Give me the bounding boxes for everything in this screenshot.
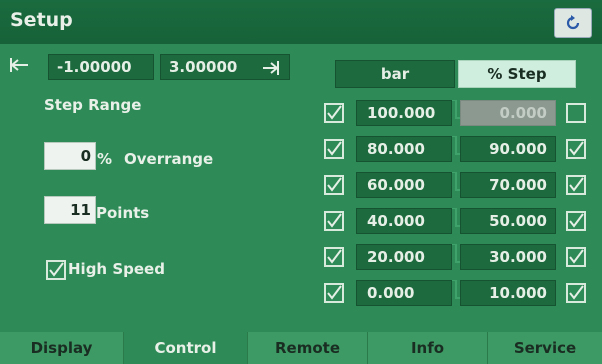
tab-remote-label: Remote: [274, 339, 340, 357]
tab-control-label: Control: [154, 339, 217, 357]
overrange-value: 0: [80, 147, 91, 165]
step-enable-checkbox[interactable]: [324, 175, 344, 195]
range-low-value: -1.00000: [57, 58, 132, 76]
step-low-field[interactable]: 100.000: [356, 100, 452, 126]
step-low-value: 0.000: [367, 284, 415, 302]
step-connector: [452, 279, 460, 306]
step-low-field[interactable]: 80.000: [356, 136, 452, 162]
arrow-left-bar-icon[interactable]: [8, 56, 30, 74]
step-right-checkbox[interactable]: [566, 103, 586, 123]
points-label: Points: [96, 204, 150, 222]
unit-button-percent-step-label: % Step: [487, 65, 547, 83]
step-enable-checkbox[interactable]: [324, 247, 344, 267]
unit-button-bar[interactable]: bar: [335, 60, 455, 88]
step-right-checkbox[interactable]: [566, 139, 586, 159]
step-high-value: 70.000: [489, 176, 547, 194]
tab-bar: Display Control Remote Info Service: [0, 332, 602, 364]
checkmark-icon: [569, 213, 584, 228]
refresh-icon: [566, 15, 580, 30]
refresh-button[interactable]: [554, 8, 592, 38]
tab-info[interactable]: Info: [368, 332, 488, 364]
checkmark-icon: [327, 141, 342, 156]
step-high-value: 0.000: [499, 104, 547, 122]
checkmark-icon: [327, 213, 342, 228]
step-enable-checkbox[interactable]: [324, 103, 344, 123]
step-enable-checkbox[interactable]: [324, 139, 344, 159]
checkmark-icon: [569, 249, 584, 264]
checkmark-icon: [569, 177, 584, 192]
step-high-field[interactable]: 50.000: [460, 208, 556, 234]
unit-button-bar-label: bar: [380, 65, 410, 83]
range-high-field[interactable]: 3.00000: [160, 54, 290, 80]
step-low-field[interactable]: 40.000: [356, 208, 452, 234]
step-range-label: Step Range: [44, 96, 142, 114]
overrange-input[interactable]: 0: [44, 142, 96, 170]
checkmark-icon: [569, 141, 584, 156]
tab-remote[interactable]: Remote: [248, 332, 368, 364]
checkmark-icon: [49, 262, 64, 277]
step-high-field[interactable]: 30.000: [460, 244, 556, 270]
arrow-right-bar-icon: [263, 61, 279, 75]
step-connector: [452, 99, 460, 126]
unit-button-percent-step[interactable]: % Step: [458, 60, 576, 88]
high-speed-checkbox[interactable]: [46, 260, 66, 280]
step-high-value: 10.000: [489, 284, 547, 302]
step-high-value: 90.000: [489, 140, 547, 158]
step-low-value: 60.000: [367, 176, 425, 194]
points-value: 11: [70, 201, 91, 219]
step-enable-checkbox[interactable]: [324, 211, 344, 231]
step-low-value: 20.000: [367, 248, 425, 266]
step-connector: [452, 171, 460, 198]
overrange-label: Overrange: [124, 150, 214, 168]
step-high-field[interactable]: 10.000: [460, 280, 556, 306]
step-low-field[interactable]: 0.000: [356, 280, 452, 306]
step-connector: [452, 135, 460, 162]
title-bar: Setup: [0, 0, 602, 44]
checkmark-icon: [327, 105, 342, 120]
checkmark-icon: [327, 177, 342, 192]
tab-control[interactable]: Control: [124, 332, 248, 364]
step-low-value: 40.000: [367, 212, 425, 230]
step-high-value: 30.000: [489, 248, 547, 266]
step-low-field[interactable]: 60.000: [356, 172, 452, 198]
window-title: Setup: [10, 9, 73, 31]
step-right-checkbox[interactable]: [566, 175, 586, 195]
tab-display-label: Display: [30, 339, 93, 357]
high-speed-label: High Speed: [68, 260, 165, 278]
range-high-value: 3.00000: [169, 58, 238, 76]
step-low-value: 80.000: [367, 140, 425, 158]
control-panel: -1.00000 3.00000 bar % Step Step Range 0…: [0, 44, 602, 332]
step-high-field[interactable]: 70.000: [460, 172, 556, 198]
step-high-field[interactable]: 90.000: [460, 136, 556, 162]
step-low-value: 100.000: [367, 104, 436, 122]
range-low-field[interactable]: -1.00000: [48, 54, 154, 80]
step-high-field: 0.000: [460, 100, 556, 126]
checkmark-icon: [327, 249, 342, 264]
step-right-checkbox[interactable]: [566, 211, 586, 231]
overrange-unit: %: [97, 150, 113, 168]
points-input[interactable]: 11: [44, 196, 96, 224]
tab-info-label: Info: [410, 339, 445, 357]
step-high-value: 50.000: [489, 212, 547, 230]
step-right-checkbox[interactable]: [566, 283, 586, 303]
tab-service[interactable]: Service: [488, 332, 602, 364]
step-enable-checkbox[interactable]: [324, 283, 344, 303]
checkmark-icon: [569, 285, 584, 300]
step-connector: [452, 207, 460, 234]
step-right-checkbox[interactable]: [566, 247, 586, 267]
tab-display[interactable]: Display: [0, 332, 124, 364]
step-connector: [452, 243, 460, 270]
checkmark-icon: [327, 285, 342, 300]
step-low-field[interactable]: 20.000: [356, 244, 452, 270]
tab-service-label: Service: [513, 339, 577, 357]
